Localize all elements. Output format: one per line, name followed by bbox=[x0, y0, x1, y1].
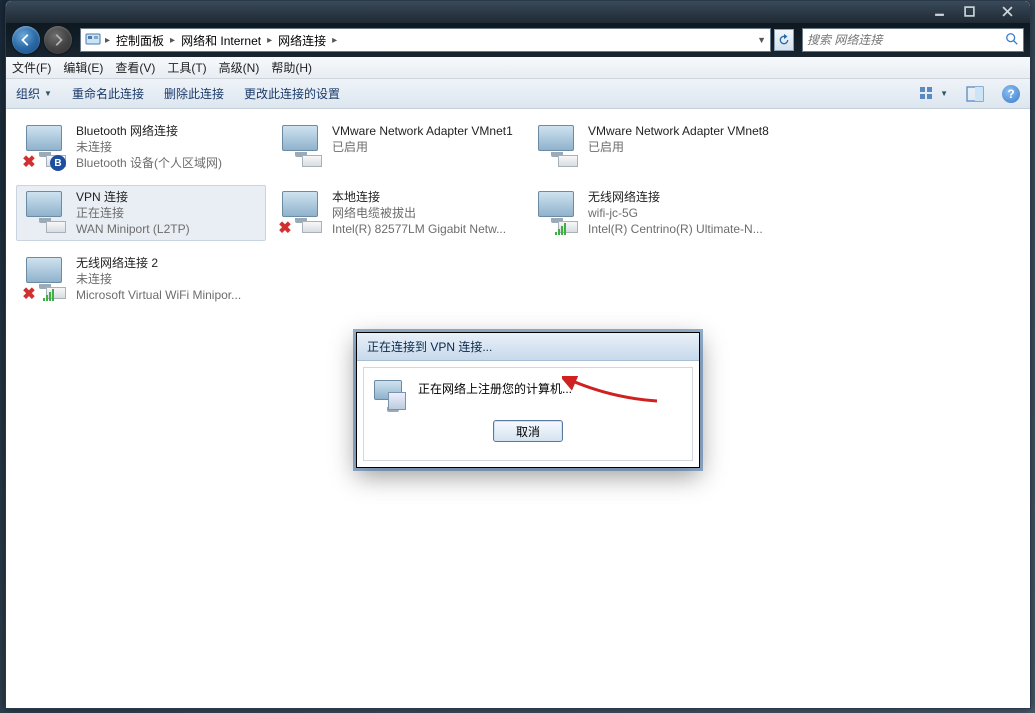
chevron-right-icon: ▸ bbox=[170, 35, 175, 46]
search-box[interactable] bbox=[802, 28, 1024, 52]
connection-status: wifi-jc-5G bbox=[588, 205, 763, 221]
chevron-right-icon: ▸ bbox=[105, 35, 110, 46]
x-icon: ✖ bbox=[22, 155, 36, 169]
search-icon[interactable] bbox=[1005, 32, 1019, 49]
connection-status: 已启用 bbox=[332, 139, 513, 155]
breadcrumb-item[interactable]: 网络连接 bbox=[276, 32, 328, 49]
menu-file[interactable]: 文件(F) bbox=[12, 59, 51, 76]
connection-device: Microsoft Virtual WiFi Minipor... bbox=[76, 287, 241, 303]
connection-icon: ✖ bbox=[22, 255, 68, 301]
change-settings-button[interactable]: 更改此连接的设置 bbox=[244, 85, 340, 102]
rename-connection-button[interactable]: 重命名此连接 bbox=[72, 85, 144, 102]
connection-name: 无线网络连接 2 bbox=[76, 255, 241, 271]
chevron-right-icon: ▸ bbox=[332, 35, 337, 46]
dialog-title[interactable]: 正在连接到 VPN 连接... bbox=[357, 333, 699, 361]
connection-status: 未连接 bbox=[76, 271, 241, 287]
delete-connection-button[interactable]: 删除此连接 bbox=[164, 85, 224, 102]
connection-icon bbox=[534, 189, 580, 235]
connection-icon bbox=[278, 123, 324, 169]
chevron-right-icon: ▸ bbox=[267, 35, 272, 46]
nav-bar: ▸ 控制面板 ▸ 网络和 Internet ▸ 网络连接 ▸ ▼ bbox=[6, 23, 1030, 57]
connection-status: 已启用 bbox=[588, 139, 769, 155]
connection-icon: ✖ bbox=[278, 189, 324, 235]
menu-bar: 文件(F) 编辑(E) 查看(V) 工具(T) 高级(N) 帮助(H) bbox=[6, 57, 1030, 79]
help-button[interactable]: ? bbox=[1002, 85, 1020, 103]
titlebar[interactable] bbox=[6, 1, 1030, 23]
signal-bars-icon bbox=[554, 221, 568, 235]
connection-item[interactable]: ✖ 本地连接网络电缆被拔出Intel(R) 82577LM Gigabit Net… bbox=[272, 185, 522, 241]
address-bar[interactable]: ▸ 控制面板 ▸ 网络和 Internet ▸ 网络连接 ▸ ▼ bbox=[80, 28, 771, 52]
connection-item[interactable]: ✖BBluetooth 网络连接未连接Bluetooth 设备(个人区域网) bbox=[16, 119, 266, 175]
control-panel-icon bbox=[85, 32, 101, 48]
connection-status: 正在连接 bbox=[76, 205, 190, 221]
address-dropdown-icon[interactable]: ▼ bbox=[757, 35, 766, 45]
connection-item[interactable]: VMware Network Adapter VMnet1已启用 bbox=[272, 119, 522, 175]
connection-icon bbox=[22, 189, 68, 235]
connection-icon bbox=[534, 123, 580, 169]
menu-view[interactable]: 查看(V) bbox=[115, 59, 155, 76]
preview-pane-button[interactable] bbox=[966, 85, 984, 103]
connection-device: Intel(R) Centrino(R) Ultimate-N... bbox=[588, 221, 763, 237]
connection-status: 未连接 bbox=[76, 139, 222, 155]
breadcrumb-item[interactable]: 网络和 Internet bbox=[179, 32, 263, 49]
menu-tools[interactable]: 工具(T) bbox=[167, 59, 206, 76]
cancel-button[interactable]: 取消 bbox=[493, 420, 563, 442]
connection-item[interactable]: VMware Network Adapter VMnet8已启用 bbox=[528, 119, 778, 175]
breadcrumb-item[interactable]: 控制面板 bbox=[114, 32, 166, 49]
connection-item[interactable]: VPN 连接正在连接WAN Miniport (L2TP) bbox=[16, 185, 266, 241]
command-toolbar: 组织 ▼ 重命名此连接 删除此连接 更改此连接的设置 ▼ ? bbox=[6, 79, 1030, 109]
connection-status: 网络电缆被拔出 bbox=[332, 205, 506, 221]
refresh-button[interactable] bbox=[774, 29, 794, 51]
connection-name: VMware Network Adapter VMnet8 bbox=[588, 123, 769, 139]
menu-advanced[interactable]: 高级(N) bbox=[219, 59, 260, 76]
connection-device: WAN Miniport (L2TP) bbox=[76, 221, 190, 237]
chevron-down-icon: ▼ bbox=[44, 89, 52, 98]
organize-button[interactable]: 组织 ▼ bbox=[16, 85, 52, 102]
menu-help[interactable]: 帮助(H) bbox=[271, 59, 312, 76]
x-icon: ✖ bbox=[278, 221, 292, 235]
connection-name: VPN 连接 bbox=[76, 189, 190, 205]
connection-item[interactable]: 无线网络连接wifi-jc-5GIntel(R) Centrino(R) Ult… bbox=[528, 185, 778, 241]
connection-icon: ✖B bbox=[22, 123, 68, 169]
views-button[interactable] bbox=[918, 85, 936, 103]
chevron-down-icon: ▼ bbox=[940, 89, 948, 98]
forward-button[interactable] bbox=[44, 26, 72, 54]
search-input[interactable] bbox=[807, 33, 1005, 47]
connection-device: Intel(R) 82577LM Gigabit Netw... bbox=[332, 221, 506, 237]
connection-device: Bluetooth 设备(个人区域网) bbox=[76, 155, 222, 171]
connection-name: 无线网络连接 bbox=[588, 189, 763, 205]
connection-name: VMware Network Adapter VMnet1 bbox=[332, 123, 513, 139]
back-button[interactable] bbox=[12, 26, 40, 54]
minimize-button[interactable] bbox=[924, 1, 954, 21]
connection-item[interactable]: ✖ 无线网络连接 2未连接Microsoft Virtual WiFi Minip… bbox=[16, 251, 266, 307]
connection-name: Bluetooth 网络连接 bbox=[76, 123, 222, 139]
connection-name: 本地连接 bbox=[332, 189, 506, 205]
menu-edit[interactable]: 编辑(E) bbox=[63, 59, 103, 76]
close-button[interactable] bbox=[984, 1, 1030, 21]
connecting-dialog: 正在连接到 VPN 连接... 正在网络上注册您的计算机... 取消 bbox=[356, 332, 700, 468]
signal-bars-icon bbox=[42, 287, 56, 301]
bluetooth-icon: B bbox=[50, 155, 66, 171]
dialog-message: 正在网络上注册您的计算机... bbox=[418, 380, 572, 397]
x-icon: ✖ bbox=[22, 287, 36, 301]
network-icon bbox=[374, 380, 408, 414]
maximize-button[interactable] bbox=[954, 1, 984, 21]
